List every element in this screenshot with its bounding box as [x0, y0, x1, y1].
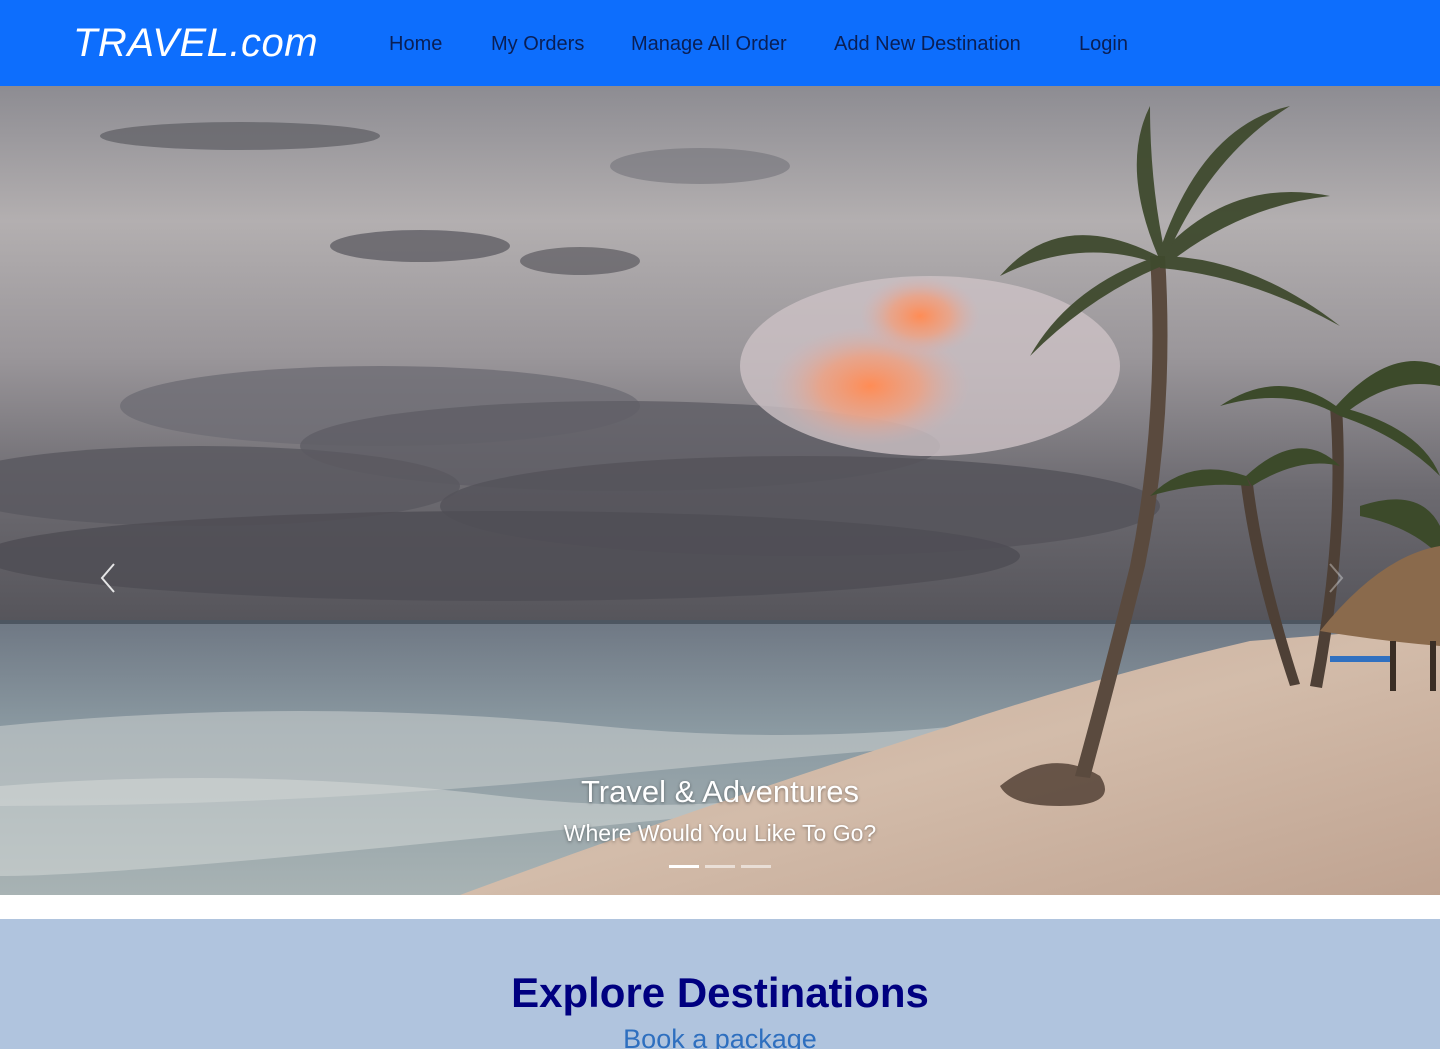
carousel-prev-button[interactable]	[96, 558, 126, 598]
nav-link-login[interactable]: Login	[1079, 30, 1128, 58]
nav-link-add-new-destination[interactable]: Add New Destination	[834, 30, 1021, 58]
explore-title: Explore Destinations	[511, 969, 929, 1016]
navbar: TRAVEL.com Home My Orders Manage All Ord…	[0, 0, 1440, 86]
carousel-next-button[interactable]	[1320, 558, 1350, 598]
carousel-indicator-2[interactable]	[705, 865, 735, 868]
nav-link-home[interactable]: Home	[389, 30, 442, 58]
chevron-left-icon	[100, 563, 115, 593]
carousel-indicator-3[interactable]	[741, 865, 771, 868]
explore-subtitle: Book a package	[623, 1024, 817, 1049]
brand-logo[interactable]: TRAVEL.com	[73, 18, 318, 68]
nav-link-manage-all-order[interactable]: Manage All Order	[631, 30, 787, 58]
explore-section: Explore Destinations Book a package	[0, 919, 1440, 1049]
nav-link-my-orders[interactable]: My Orders	[491, 30, 584, 58]
hero-subtitle: Where Would You Like To Go?	[563, 820, 877, 846]
hero-title: Travel & Adventures	[581, 774, 859, 809]
chevron-right-icon	[1329, 563, 1344, 593]
carousel-indicator-1[interactable]	[669, 865, 699, 868]
